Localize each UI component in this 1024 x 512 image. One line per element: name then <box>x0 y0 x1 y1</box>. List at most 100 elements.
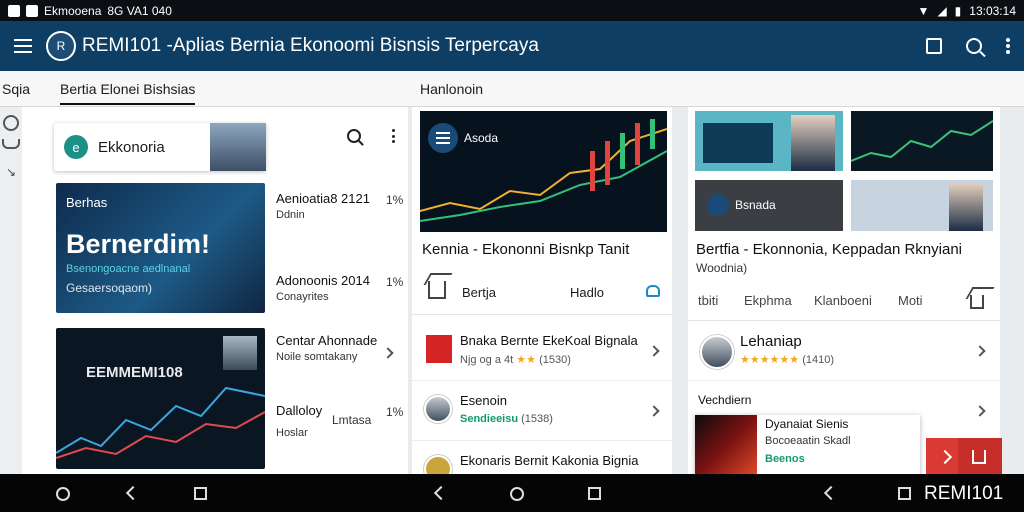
gallery-tag[interactable]: Moti <box>898 293 923 308</box>
category-thumbnail <box>210 123 266 171</box>
article-item[interactable]: Adonoonis 2014 Conayrites <box>276 273 370 305</box>
profile-icon[interactable] <box>3 115 19 131</box>
news-row[interactable]: Ekonaris Bernit Kakonia Bignia <box>412 443 672 474</box>
home-button-icon[interactable] <box>510 487 524 501</box>
tile-chart-graphic <box>851 120 993 162</box>
tab-stub[interactable]: Sqia <box>2 81 30 97</box>
rating-count: (1410) <box>802 354 835 366</box>
gallery-tag-row: tbiti Ekphma Klanboeni Moti <box>688 281 1000 321</box>
status-time: 13:03:14 <box>969 3 1016 18</box>
hero-label: Asoda <box>464 131 499 145</box>
rating-count: (1530) <box>539 354 571 366</box>
article-sub: Ddnin <box>276 209 305 221</box>
chevron-right-icon[interactable] <box>648 345 660 357</box>
chevron-right-icon[interactable] <box>648 405 660 417</box>
article-extra: Lmtasa <box>332 413 372 427</box>
article-title: Dalloloy <box>276 403 323 418</box>
category-card[interactable]: e Ekkonoria <box>54 123 266 171</box>
chevron-right-icon[interactable] <box>382 347 394 359</box>
gallery-tile-1[interactable] <box>695 111 843 171</box>
hero-image[interactable]: Asoda <box>420 111 667 232</box>
status-network: 8G VA1 040 <box>107 3 172 18</box>
person-photo <box>791 115 835 171</box>
search-icon[interactable] <box>966 38 982 54</box>
gallery-tag[interactable]: Klanboeni <box>814 293 872 308</box>
thumb-sub2: Gesaersoqaom) <box>66 281 153 295</box>
category-badge-icon: e <box>64 135 88 159</box>
hero-menu-icon[interactable] <box>428 123 458 153</box>
recents-button-icon[interactable] <box>898 487 911 500</box>
tab-active[interactable]: Bertia Elonei Bishsias <box>60 81 196 105</box>
tile-logo-icon <box>707 194 729 216</box>
bookmark-icon[interactable] <box>926 38 942 54</box>
gallery-tag[interactable]: tbiti <box>698 293 718 308</box>
featured-title[interactable]: Kennia - Ekononni Bisnkp Tanit <box>422 241 629 258</box>
news-row[interactable]: Esenoin Sendieeisu (1538) <box>412 383 672 441</box>
promo-head: Dyanaiat Sienis <box>765 417 849 431</box>
author-avatar <box>700 335 734 369</box>
news-row[interactable]: Bnaka Bernte EkeKoal Bignala Njg og a 4t… <box>412 323 672 381</box>
rating-count: (1538) <box>521 413 553 425</box>
tag-left[interactable]: Bertja <box>462 285 496 300</box>
article-title: Adonoonis 2014 <box>276 273 370 288</box>
app-logo: R <box>46 31 76 61</box>
news-sub: Njg og a 4t ★★ (1530) <box>460 354 571 366</box>
tab-second[interactable]: Hanlonoin <box>420 81 483 97</box>
export-button[interactable] <box>958 438 1002 478</box>
back-button-icon[interactable] <box>433 485 449 501</box>
gallery-tile-2[interactable] <box>851 111 993 171</box>
panel-featured: Asoda Kennia - Ekononni Bisnkp Tanit Ber… <box>412 107 672 474</box>
news-head: Bnaka Bernte EkeKoal Bignala <box>460 333 638 348</box>
news-source-icon <box>424 455 452 474</box>
article-item[interactable]: Aenioatia8 2121 Ddnin <box>276 191 370 223</box>
article-item[interactable]: Dalloloy Hoslar <box>276 403 322 441</box>
article-sub: Hoslar <box>276 427 308 439</box>
article-thumbnail-b[interactable]: EEMMEMI108 <box>56 328 265 469</box>
nav-brand-label: REMI101 <box>924 483 1004 504</box>
panel-more-icon[interactable] <box>392 129 395 143</box>
article-title: Centar Ahonnade <box>276 333 378 348</box>
hamburger-menu-icon[interactable] <box>14 39 34 53</box>
chevron-right-icon[interactable] <box>974 405 986 417</box>
tag-right[interactable]: Hadlo <box>570 285 604 300</box>
chevron-right-icon[interactable] <box>974 345 986 357</box>
recents-button-icon[interactable] <box>194 487 207 500</box>
notification-icon <box>8 4 20 17</box>
recents-button-icon[interactable] <box>588 487 601 500</box>
status-bar: Ekmooena 8G VA1 040 ▼ ◢ ▮ 13:03:14 <box>0 0 1024 21</box>
home-icon[interactable] <box>970 295 984 309</box>
gallery-subtitle: Woodnia) <box>696 261 748 275</box>
lock-icon[interactable] <box>646 285 660 297</box>
app-bar: R REMI101 -Aplias Bernia Ekonoomi Bisnsi… <box>0 21 1024 71</box>
news-head: Lehaniap <box>740 333 802 350</box>
promo-card[interactable]: Dyanaiat Sienis Bocoeaatin Skadl Beenos <box>695 415 920 477</box>
gallery-tag[interactable]: Ekphma <box>744 293 792 308</box>
cloud-icon[interactable] <box>2 139 20 149</box>
more-options-icon[interactable] <box>1006 38 1010 54</box>
news-sub: Sendieeisu (1538) <box>460 413 553 425</box>
back-button-icon[interactable] <box>823 485 839 501</box>
article-thumbnail-a[interactable]: Berhas Bernerdim! Bsenongoacne aedlnanal… <box>56 183 265 313</box>
news-row[interactable]: Lehaniap ★★★★★★ (1410) <box>688 323 1000 381</box>
gallery-tile-4[interactable] <box>851 180 993 231</box>
thumb-tag: Berhas <box>66 195 108 210</box>
gallery-tile-3[interactable]: Bsnada <box>695 180 843 231</box>
tile-text-block <box>703 123 773 163</box>
news-sub: ★★★★★★ (1410) <box>740 353 834 366</box>
panel-search-icon[interactable] <box>347 129 361 143</box>
article-title: Aenioatia8 2121 <box>276 191 370 206</box>
gallery-title[interactable]: Bertfia - Ekonnonia, Keppadan Rknyiani <box>696 241 962 258</box>
share-icon <box>937 449 953 465</box>
home-icon[interactable] <box>428 281 446 299</box>
author-avatar <box>424 395 452 423</box>
arrow-icon[interactable]: ↘ <box>6 165 16 179</box>
news-head: Ekonaris Bernit Kakonia Bignia <box>460 453 639 468</box>
news-source-icon <box>426 335 452 363</box>
article-item[interactable]: Centar Ahonnade Noile somtakany <box>276 333 377 365</box>
rating-stars: ★★ <box>516 354 536 366</box>
home-button-icon[interactable] <box>56 487 70 501</box>
wifi-icon: ▼ <box>917 3 930 18</box>
promo-sub: Bocoeaatin Skadl <box>765 435 851 447</box>
export-icon <box>972 450 986 464</box>
back-button-icon[interactable] <box>125 485 141 501</box>
